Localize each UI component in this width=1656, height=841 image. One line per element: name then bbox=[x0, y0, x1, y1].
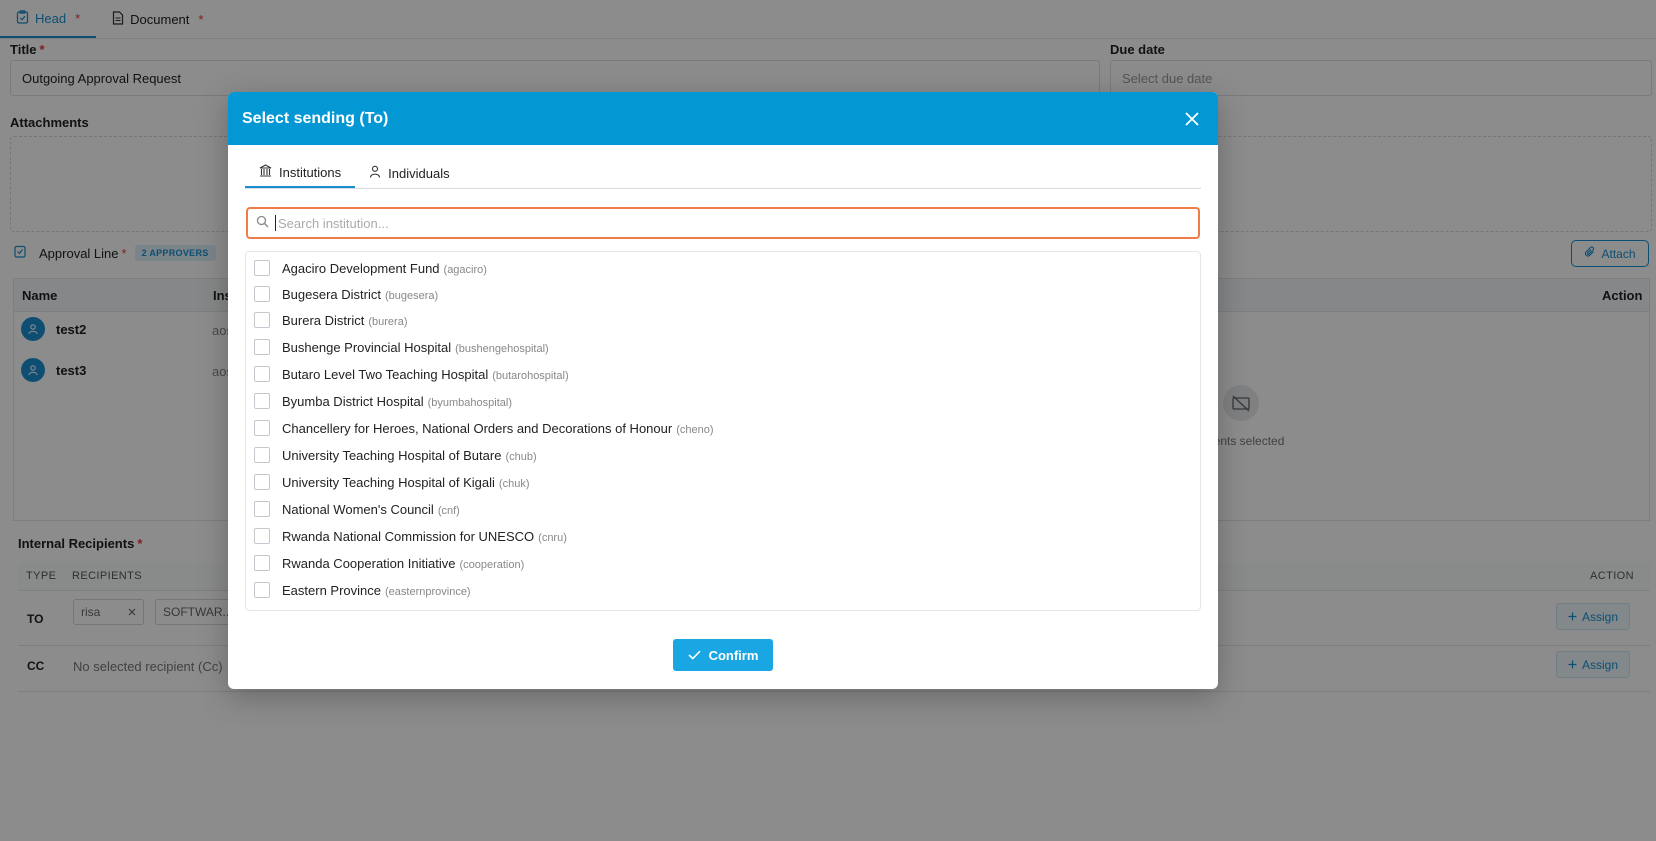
checkbox[interactable] bbox=[254, 260, 270, 276]
list-item[interactable]: Eastern Province (easternprovince) bbox=[254, 579, 471, 601]
checkbox[interactable] bbox=[254, 582, 270, 598]
person-icon bbox=[369, 165, 381, 181]
checkbox[interactable] bbox=[254, 366, 270, 382]
list-item[interactable]: Bugesera District (bugesera) bbox=[254, 283, 438, 305]
checkbox[interactable] bbox=[254, 339, 270, 355]
list-item[interactable]: Rwanda National Commission for UNESCO (cn… bbox=[254, 525, 567, 547]
search-institution-input[interactable] bbox=[276, 214, 1190, 232]
institution-name: National Women's Council bbox=[282, 501, 434, 517]
search-box bbox=[246, 207, 1200, 239]
institution-list[interactable]: Agaciro Development Fund (agaciro) Bugese… bbox=[245, 251, 1201, 611]
institution-name: Rwanda Cooperation Initiative bbox=[282, 555, 456, 571]
checkbox[interactable] bbox=[254, 447, 270, 463]
institution-code: (burera) bbox=[368, 315, 408, 328]
list-item[interactable]: University Teaching Hospital of Kigali (c… bbox=[254, 471, 529, 493]
institution-name: Rwanda National Commission for UNESCO bbox=[282, 528, 535, 544]
institution-name: Agaciro Development Fund bbox=[282, 260, 440, 276]
confirm-button[interactable]: Confirm bbox=[673, 639, 773, 671]
institution-code: (chuk) bbox=[498, 477, 530, 490]
checkbox[interactable] bbox=[254, 420, 270, 436]
modal-header: Select sending (To) bbox=[228, 92, 1218, 145]
checkbox[interactable] bbox=[254, 312, 270, 328]
checkbox[interactable] bbox=[254, 528, 270, 544]
list-item[interactable]: Burera District (burera) bbox=[254, 309, 407, 331]
list-item[interactable]: Bushenge Provincial Hospital (bushengehos… bbox=[254, 336, 549, 358]
tab-institutions-label: Institutions bbox=[279, 164, 342, 180]
institution-name: Eastern Province bbox=[282, 582, 381, 598]
institution-code: (cheno) bbox=[676, 423, 714, 436]
institution-icon bbox=[259, 164, 272, 180]
list-item[interactable]: University Teaching Hospital of Butare (c… bbox=[254, 444, 537, 466]
institution-name: Bushenge Provincial Hospital bbox=[282, 339, 452, 355]
institution-name: University Teaching Hospital of Butare bbox=[282, 447, 502, 463]
institution-code: (cnru) bbox=[538, 531, 567, 544]
institution-name: Byumba District Hospital bbox=[282, 393, 424, 409]
confirm-label: Confirm bbox=[708, 647, 759, 663]
list-item[interactable]: National Women's Council (cnf) bbox=[254, 498, 460, 520]
tab-individuals-label: Individuals bbox=[388, 165, 450, 181]
checkbox[interactable] bbox=[254, 286, 270, 302]
checkbox[interactable] bbox=[254, 393, 270, 409]
list-item[interactable]: Chancellery for Heroes, National Orders … bbox=[254, 417, 714, 439]
institution-name: University Teaching Hospital of Kigali bbox=[282, 474, 495, 490]
modal-title: Select sending (To) bbox=[242, 109, 389, 127]
institution-code: (byumbahospital) bbox=[427, 396, 512, 409]
check-icon bbox=[688, 648, 701, 663]
search-icon bbox=[256, 215, 269, 231]
institution-code: (chub) bbox=[505, 450, 537, 463]
checkbox[interactable] bbox=[254, 501, 270, 517]
institution-name: Bugesera District bbox=[282, 286, 381, 302]
institution-name: Burera District bbox=[282, 312, 365, 328]
institution-code: (bushengehospital) bbox=[455, 342, 549, 355]
checkbox[interactable] bbox=[254, 555, 270, 571]
close-icon[interactable] bbox=[1180, 107, 1204, 131]
modal-tabs: Institutions Individuals bbox=[245, 158, 1201, 189]
institution-code: (cooperation) bbox=[459, 558, 525, 571]
institution-code: (cnf) bbox=[437, 504, 460, 517]
list-item[interactable]: Rwanda Cooperation Initiative (cooperatio… bbox=[254, 552, 524, 574]
institution-code: (butarohospital) bbox=[492, 369, 569, 382]
tab-individuals[interactable]: Individuals bbox=[355, 158, 463, 188]
tab-institutions[interactable]: Institutions bbox=[245, 158, 356, 188]
checkbox[interactable] bbox=[254, 474, 270, 490]
list-item[interactable]: Byumba District Hospital (byumbahospital) bbox=[254, 390, 512, 412]
institution-code: (easternprovince) bbox=[385, 585, 471, 598]
institution-name: Chancellery for Heroes, National Orders … bbox=[282, 420, 673, 436]
institution-code: (agaciro) bbox=[443, 263, 487, 276]
list-item[interactable]: Butaro Level Two Teaching Hospital (butar… bbox=[254, 363, 569, 385]
list-item[interactable]: Agaciro Development Fund (agaciro) bbox=[254, 257, 487, 279]
institution-code: (bugesera) bbox=[384, 289, 439, 302]
select-sending-modal: Select sending (To) Institutions Individ… bbox=[228, 92, 1218, 689]
institution-name: Butaro Level Two Teaching Hospital bbox=[282, 366, 489, 382]
